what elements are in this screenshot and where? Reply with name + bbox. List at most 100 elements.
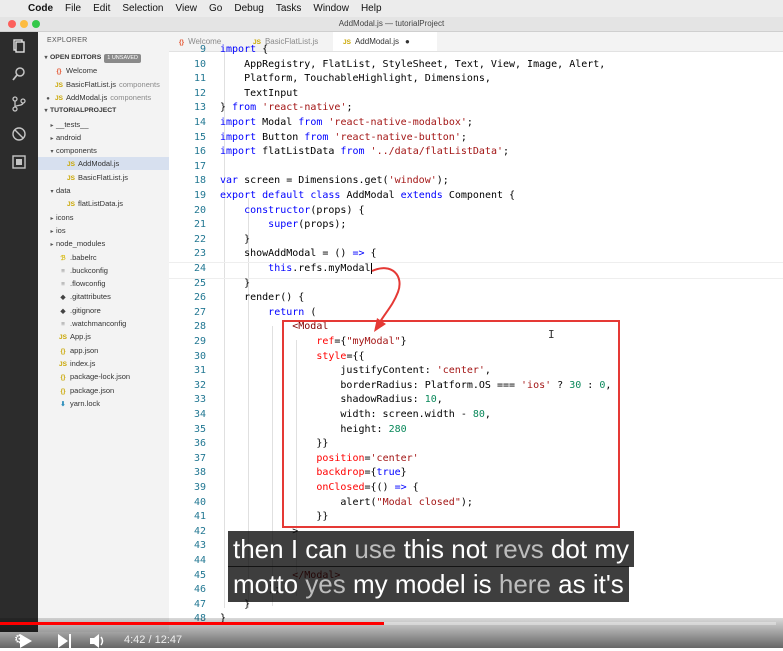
line-number: 30	[193, 350, 206, 362]
tree-item[interactable]: ⬇ yarn.lock	[38, 397, 179, 410]
code-token: {	[364, 248, 377, 260]
chevron-down-icon: ▾	[44, 55, 48, 61]
caption-word: this not	[396, 534, 495, 564]
code-token: ;	[460, 131, 467, 143]
open-editor-item[interactable]: JS BasicFlatList.js components	[38, 78, 175, 91]
tree-item[interactable]: JS flatListData.js	[38, 197, 187, 210]
explorer-title: EXPLORER	[47, 37, 88, 44]
tree-item[interactable]: ℬ .babelrc	[38, 251, 179, 264]
tree-item[interactable]: {} app.json	[38, 344, 179, 357]
tree-item[interactable]: ▸ android	[38, 131, 179, 144]
tree-item-name: package-lock.json	[70, 372, 131, 382]
volume-icon[interactable]	[90, 634, 106, 651]
open-editor-item[interactable]: ● JS AddModal.js components	[38, 91, 175, 104]
file-type-icon: JS	[59, 360, 67, 368]
code-token: super	[268, 219, 299, 231]
menu-item-file[interactable]: File	[59, 3, 87, 14]
open-editor-name: AddModal.js	[66, 92, 108, 102]
code-text: return (	[220, 306, 316, 321]
tree-item[interactable]: ▸ __tests__	[38, 118, 179, 131]
explorer-sidebar: EXPLORER ▾ OPEN EDITORS 1 UNSAVED{} Welcome…	[38, 32, 187, 632]
code-token: class	[310, 190, 341, 201]
tree-item[interactable]: JS BasicFlatList.js	[38, 171, 187, 184]
tree-item[interactable]: ▸ icons	[38, 211, 179, 224]
play-icon[interactable]	[20, 634, 32, 651]
line-number: 16	[193, 146, 206, 158]
menu-item-debug[interactable]: Debug	[228, 3, 269, 14]
menu-item-window[interactable]: Window	[307, 3, 355, 14]
code-token: 'window'	[388, 175, 437, 187]
explorer-icon[interactable]	[9, 38, 29, 58]
file-type-icon: ℬ	[60, 254, 66, 262]
code-token: =>	[352, 248, 365, 260]
menu-item-code[interactable]: Code	[22, 3, 59, 14]
code-token: from	[340, 146, 365, 158]
extensions-icon[interactable]	[9, 154, 29, 174]
activity-bar	[0, 32, 38, 632]
menu-item-go[interactable]: Go	[203, 3, 228, 14]
tree-item[interactable]: ≡ .flowconfig	[38, 277, 179, 290]
project-header[interactable]: ▾ TUTORIALPROJECT	[38, 104, 173, 117]
code-token: this	[268, 263, 293, 274]
line-number: 9	[199, 44, 206, 55]
tree-item-name: flatListData.js	[78, 199, 124, 209]
menu-item-edit[interactable]: Edit	[87, 3, 116, 14]
tree-item[interactable]: JS AddModal.js	[38, 157, 187, 171]
code-token: return	[268, 306, 305, 318]
caption-word: my model is	[345, 569, 499, 599]
source-control-icon[interactable]	[9, 96, 29, 116]
line-number: 17	[193, 160, 206, 172]
tree-item[interactable]: {} package-lock.json	[38, 370, 179, 383]
code-token: {	[256, 44, 269, 55]
code-token: export	[220, 190, 257, 201]
progress-played[interactable]	[8, 622, 384, 625]
code-token: Modal	[256, 117, 299, 128]
line-number: 36	[193, 438, 206, 450]
code-token: }	[220, 277, 251, 289]
tree-item-name: .gitignore	[70, 305, 101, 315]
line-number: 27	[193, 306, 206, 318]
tree-item[interactable]: ▾ data	[38, 184, 179, 197]
caption-word: as it's	[550, 569, 624, 599]
menu-item-selection[interactable]: Selection	[116, 3, 169, 14]
code-line: 27 return (	[169, 306, 783, 321]
tree-item[interactable]: JS App.js	[38, 330, 179, 343]
next-icon[interactable]	[58, 634, 72, 651]
line-number: 31	[193, 365, 206, 377]
open-editor-item[interactable]: {} Welcome	[38, 64, 175, 77]
search-icon[interactable]	[9, 66, 29, 86]
code-line: 25 }	[169, 277, 783, 292]
code-token: '../data/flatListData'	[370, 146, 503, 158]
code-line: 16 import flatListData from '../data/flat…	[169, 145, 783, 160]
tree-item[interactable]: {} package.json	[38, 384, 179, 397]
tree-item[interactable]: ≡ .watchmanconfig	[38, 317, 179, 330]
code-line: 18 var screen = Dimensions.get('window');	[169, 174, 783, 189]
code-token: var	[220, 175, 239, 187]
line-number: 33	[193, 394, 206, 406]
tree-item-name: node_modules	[56, 239, 106, 249]
code-token: flatListData	[256, 146, 341, 158]
tree-item[interactable]: ▸ node_modules	[38, 237, 179, 250]
menu-item-tasks[interactable]: Tasks	[270, 3, 308, 14]
mac-menubar: Code File Edit Selection View Go Debug Tasks Win…	[0, 0, 783, 18]
tree-item[interactable]: ▸ ios	[38, 224, 179, 237]
code-token: TextInput	[220, 87, 299, 99]
menu-item-view[interactable]: View	[170, 3, 204, 14]
open-editors-header[interactable]: ▾ OPEN EDITORS 1 UNSAVED	[38, 51, 173, 64]
code-line: 15 import Button from 'react-native-butto…	[169, 131, 783, 146]
tree-item[interactable]: ≡ .buckconfig	[38, 264, 179, 277]
code-text: }	[220, 233, 250, 248]
menu-item-help[interactable]: Help	[355, 3, 388, 14]
tree-item[interactable]: ▾ components	[38, 144, 179, 157]
debug-icon[interactable]	[9, 126, 29, 146]
file-type-icon: ≡	[61, 281, 65, 289]
code-token: ;	[346, 102, 353, 114]
code-line: 21 super(props);	[169, 218, 783, 233]
code-token: AddModal	[340, 190, 401, 201]
tree-item[interactable]: JS index.js	[38, 357, 179, 370]
tree-item[interactable]: ◆ .gitattributes	[38, 290, 179, 303]
tree-item[interactable]: ◆ .gitignore	[38, 304, 179, 317]
code-token: from	[232, 102, 257, 114]
